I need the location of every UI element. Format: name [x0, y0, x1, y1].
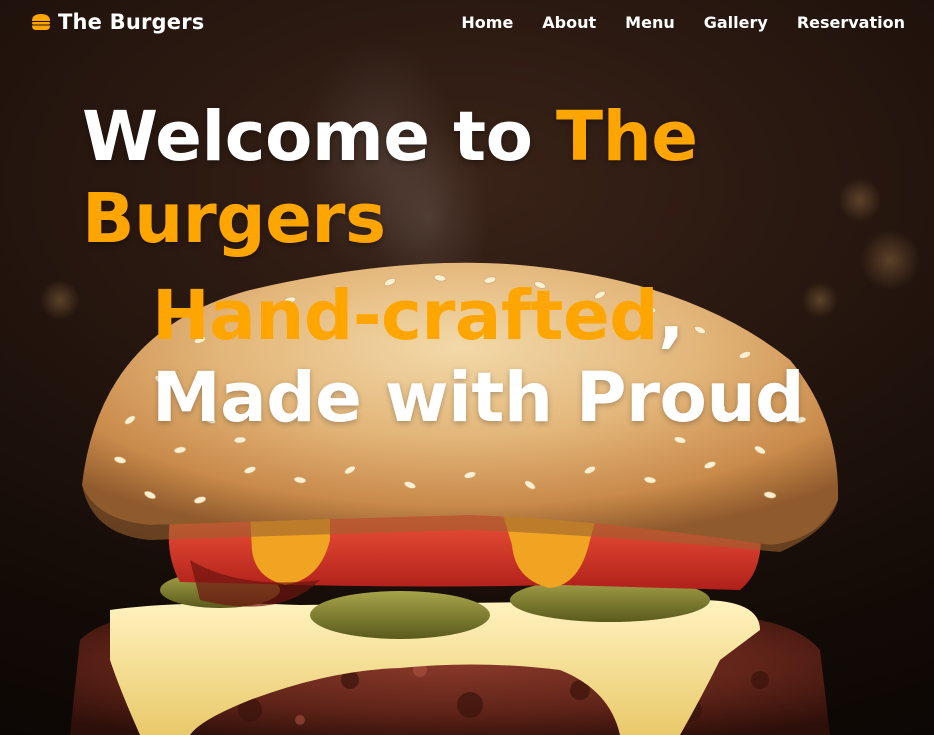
subline-rest: Made with Proud: [152, 358, 804, 438]
nav-about[interactable]: About: [542, 13, 596, 32]
navbar: The Burgers Home About Menu Gallery Rese…: [0, 0, 934, 46]
nav-reservation[interactable]: Reservation: [797, 13, 905, 32]
burger-icon: [30, 11, 52, 33]
subline-accent: Hand-crafted: [152, 276, 659, 356]
nav-menu: Home About Menu Gallery Reservation: [432, 13, 905, 32]
brand-logo-link[interactable]: The Burgers: [30, 10, 204, 34]
subline-comma: ,: [658, 276, 684, 356]
hero-section: The Burgers Home About Menu Gallery Rese…: [0, 0, 934, 735]
nav-gallery[interactable]: Gallery: [704, 13, 768, 32]
nav-home[interactable]: Home: [461, 13, 513, 32]
hero-subline: Hand-crafted, Made with Proud: [152, 275, 872, 439]
nav-menu-link[interactable]: Menu: [625, 13, 675, 32]
hero-headline: Welcome to The Burgers: [82, 96, 782, 260]
brand-name: The Burgers: [58, 10, 205, 34]
headline-prefix: Welcome to: [82, 97, 533, 177]
